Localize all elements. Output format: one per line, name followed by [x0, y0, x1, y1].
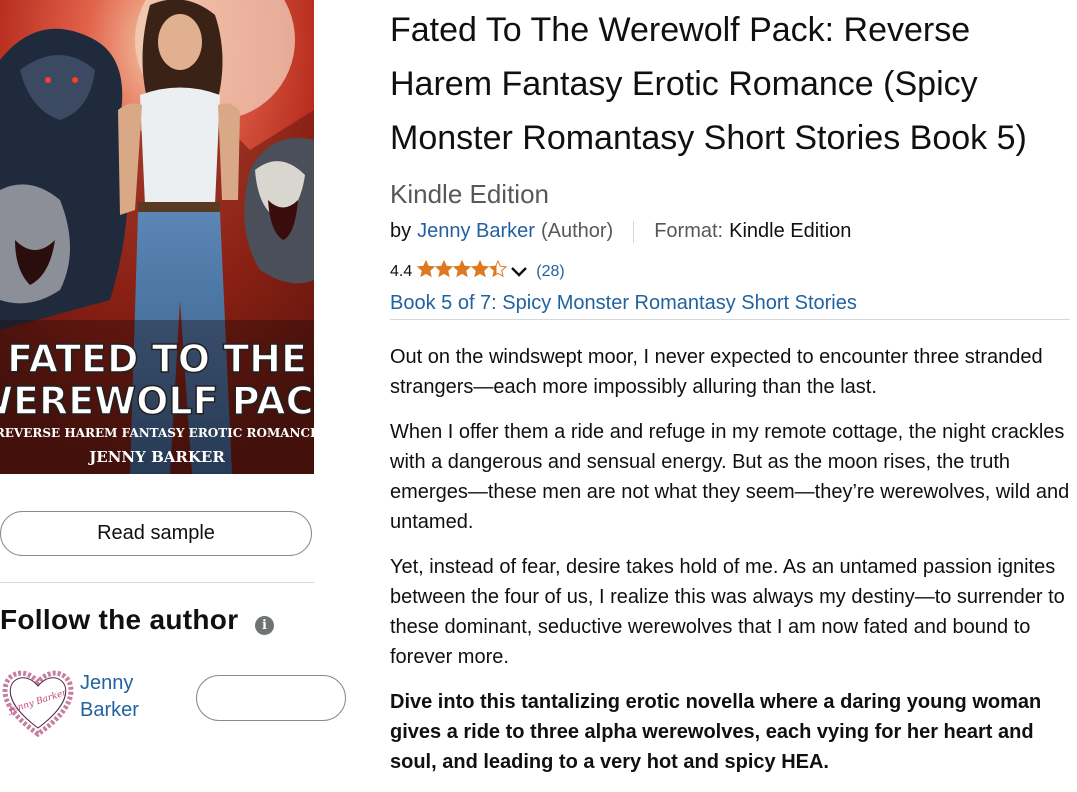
- author-role: (Author): [540, 220, 614, 242]
- info-icon[interactable]: i: [255, 616, 274, 635]
- author-name-line1: Jenny: [80, 672, 134, 694]
- star-icon: [417, 259, 436, 278]
- chevron-down-icon[interactable]: [510, 266, 528, 278]
- read-sample-label: Read sample: [97, 522, 215, 544]
- cover-title-line2: WEREWOLF PACK: [0, 379, 314, 423]
- series-link[interactable]: Book 5 of 7: Spicy Monster Romantasy Sho…: [390, 292, 1070, 320]
- author-link[interactable]: Jenny Barker: [417, 220, 535, 243]
- book-cover-image[interactable]: FATED TO THE WEREWOLF PACK REVERSE HAREM…: [0, 0, 314, 474]
- author-name-line2: Barker: [80, 699, 139, 721]
- left-divider: [0, 582, 314, 583]
- book-title: Fated To The Werewolf Pack: Reverse Hare…: [390, 11, 1027, 157]
- byline-separator: [633, 220, 635, 243]
- star-icon: [453, 259, 472, 278]
- by-prefix: by: [390, 220, 412, 242]
- description-highlight: Dive into this tantalizing erotic novell…: [390, 691, 1042, 773]
- format-value: Kindle Edition: [729, 220, 852, 242]
- description-paragraph: Yet, instead of fear, desire takes hold …: [390, 556, 1065, 668]
- star-icon: [471, 259, 490, 278]
- cover-author: JENNY BARKER: [87, 448, 225, 466]
- rating-value: 4.4: [390, 262, 413, 280]
- format-label: Format:: [654, 220, 724, 242]
- follow-button[interactable]: [196, 675, 346, 721]
- description-paragraph: When I offer them a ride and refuge in m…: [390, 421, 1070, 533]
- rating-count-link[interactable]: (28): [536, 263, 564, 281]
- star-icon: [489, 259, 508, 278]
- rating-row: 4.4 (28): [390, 259, 565, 283]
- cover-title-line1: FATED TO THE: [7, 337, 307, 381]
- description-paragraph: Out on the windswept moor, I never expec…: [390, 346, 1043, 398]
- byline: by Jenny Barker (Author) Format: Kindle …: [390, 220, 851, 243]
- star-rating-icon[interactable]: [417, 259, 508, 283]
- follow-author-heading: Follow the author: [0, 604, 239, 635]
- read-sample-button[interactable]: Read sample: [0, 511, 312, 556]
- book-description: Out on the windswept moor, I never expec…: [390, 342, 1070, 792]
- author-avatar[interactable]: Jenny Barker: [0, 666, 76, 738]
- follow-author-name-link[interactable]: Jenny Barker: [80, 670, 170, 724]
- book-edition: Kindle Edition: [390, 179, 549, 209]
- star-icon: [435, 259, 454, 278]
- cover-subtitle: REVERSE HAREM FANTASY EROTIC ROMANCE: [0, 426, 314, 440]
